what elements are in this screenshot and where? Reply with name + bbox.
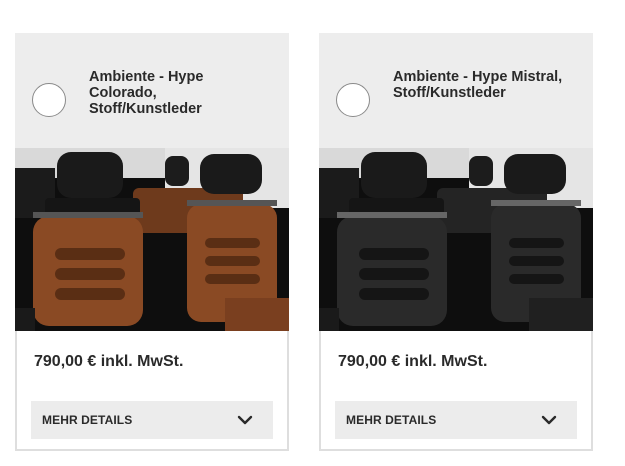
- option-title: Ambiente - Hype Mistral, Stoff/Kunstlede…: [393, 69, 563, 101]
- seat-image-mistral: [319, 148, 593, 331]
- more-details-label: MEHR DETAILS: [346, 413, 437, 427]
- more-details-label: MEHR DETAILS: [42, 413, 133, 427]
- interior-options-grid: Ambiente - Hype Colorado, Stoff/Kunstled…: [0, 0, 625, 466]
- option-title: Ambiente - Hype Colorado, Stoff/Kunstled…: [89, 69, 204, 117]
- select-radio-button[interactable]: [32, 83, 66, 117]
- seat-illustration: [15, 148, 289, 331]
- price-label: 790,00 € inkl. MwSt.: [34, 353, 184, 370]
- chevron-down-icon: [541, 415, 557, 425]
- seat-illustration: [319, 148, 593, 331]
- price-label: 790,00 € inkl. MwSt.: [338, 353, 488, 370]
- option-card-colorado[interactable]: Ambiente - Hype Colorado, Stoff/Kunstled…: [15, 33, 289, 451]
- card-header: Ambiente - Hype Colorado, Stoff/Kunstled…: [15, 33, 289, 148]
- select-radio-button[interactable]: [336, 83, 370, 117]
- seat-image-colorado: [15, 148, 289, 331]
- option-card-mistral[interactable]: Ambiente - Hype Mistral, Stoff/Kunstlede…: [319, 33, 593, 451]
- more-details-button[interactable]: MEHR DETAILS: [335, 401, 577, 439]
- more-details-button[interactable]: MEHR DETAILS: [31, 401, 273, 439]
- card-header: Ambiente - Hype Mistral, Stoff/Kunstlede…: [319, 33, 593, 148]
- chevron-down-icon: [237, 415, 253, 425]
